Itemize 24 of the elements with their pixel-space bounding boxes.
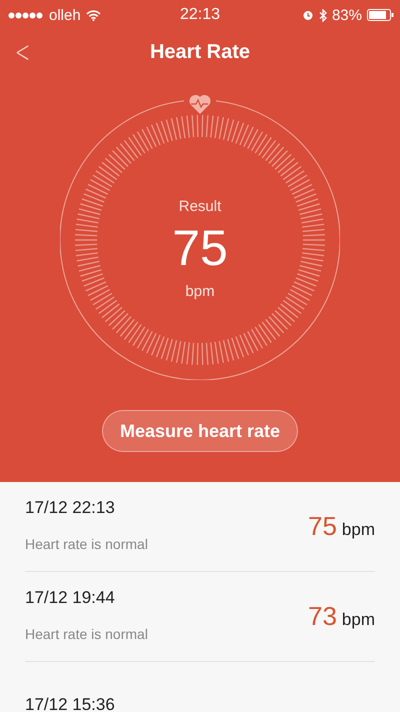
heart-pulse-icon — [189, 94, 211, 114]
alarm-icon — [302, 9, 314, 21]
result-label: Result — [178, 198, 222, 215]
unit-label: bpm — [185, 283, 215, 300]
record-unit: bpm — [342, 610, 375, 630]
wifi-icon — [86, 10, 101, 20]
battery-percent: 83% — [332, 6, 362, 24]
record-time: 17/12 19:44 — [25, 588, 116, 608]
carrier-name: olleh — [49, 6, 81, 24]
page-title: Heart Rate — [150, 40, 250, 64]
record-status: Heart rate is normal — [25, 626, 148, 642]
signal-icon — [8, 12, 44, 18]
heart-rate-value: 75 — [172, 219, 228, 277]
record-time: 17/12 15:36 — [25, 694, 115, 712]
status-time: 22:13 — [180, 6, 220, 24]
battery-icon — [367, 9, 394, 21]
record-unit: bpm — [342, 520, 375, 540]
record-value: 73 — [308, 601, 337, 632]
bluetooth-icon — [318, 8, 327, 22]
record-time: 17/12 22:13 — [25, 498, 116, 518]
back-button[interactable]: < — [12, 34, 33, 70]
record-value: 75 — [308, 511, 337, 542]
measure-button[interactable]: Measure heart rate — [102, 410, 298, 452]
record-status: Heart rate is normal — [25, 536, 148, 552]
